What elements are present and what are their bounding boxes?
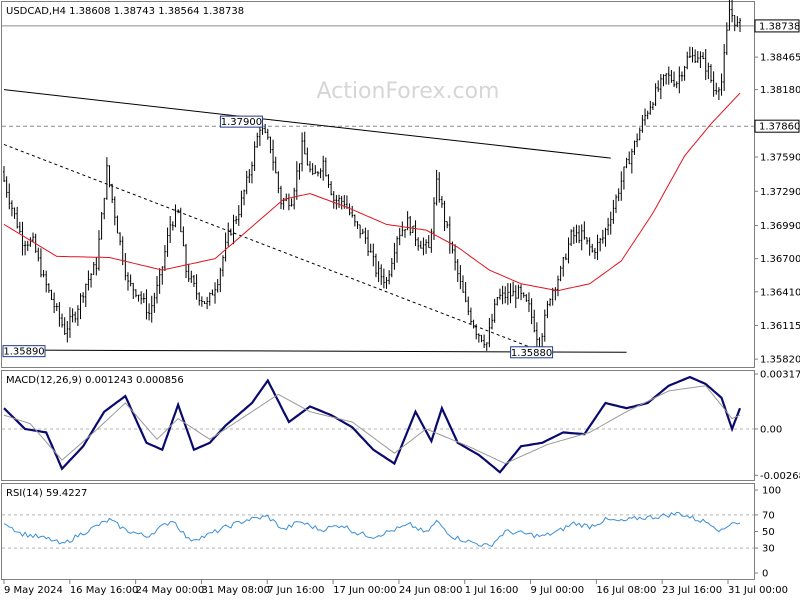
- price-annotation-label: 1.37900: [221, 117, 262, 128]
- usdcad-h4-chart: ActionForex.com 1.37900 1.35890 1.35880 1.3…: [1, 0, 800, 596]
- x-tick-label: 24 Jun 08:00: [399, 585, 463, 596]
- x-tick-label: 7 Jun 16:00: [267, 585, 324, 596]
- price-annotation-label: 1.35880: [511, 348, 552, 359]
- macd-tick-label: 0.00: [760, 424, 782, 435]
- macd-panel-frame: [1, 370, 755, 481]
- rsi-tick-label: 30: [762, 544, 775, 555]
- rsi-tick-label: 70: [762, 510, 775, 521]
- x-tick-label: 31 May 08:00: [201, 585, 270, 596]
- price-annotation-label: 1.35890: [3, 347, 44, 358]
- rsi-header: RSI(14) 59.4227: [6, 488, 87, 499]
- price-marker-label: 1.37860: [759, 122, 800, 133]
- price-tick-label: 1.38180: [760, 85, 800, 96]
- macd-header: MACD(12,26,9) 0.001243 0.000856: [6, 375, 184, 386]
- price-tick-label: 1.37290: [760, 187, 800, 198]
- rsi-tick-label: 100: [762, 486, 781, 497]
- price-tick-label: 1.36700: [760, 254, 800, 265]
- macd-tick-label: -0.00268: [760, 471, 800, 482]
- x-tick-label: 9 Jul 00:00: [531, 585, 585, 596]
- price-panel-frame: [1, 1, 755, 368]
- price-tick-label: 1.35820: [760, 355, 800, 366]
- macd-tick-label: 0.003175: [760, 370, 800, 381]
- x-tick-label: 9 May 2024: [4, 585, 63, 596]
- price-tick-label: 1.36990: [760, 221, 800, 232]
- x-tick-label: 17 Jun 00:00: [333, 585, 397, 596]
- watermark: ActionForex.com: [317, 79, 500, 104]
- price-header: USDCAD,H4 1.38608 1.38743 1.38564 1.3873…: [6, 6, 244, 17]
- price-tick-label: 1.36115: [760, 321, 800, 332]
- x-tick-label: 23 Jul 16:00: [662, 585, 722, 596]
- x-tick-label: 31 Jul 00:00: [728, 585, 788, 596]
- x-tick-label: 1 Jul 16:00: [465, 585, 519, 596]
- x-axis: 9 May 2024 16 May 16:0024 May 00:0031 May…: [3, 580, 788, 596]
- x-tick-label: 24 May 00:00: [136, 585, 205, 596]
- x-tick-label: 16 Jul 08:00: [596, 585, 656, 596]
- rsi-tick-label: 0: [762, 569, 768, 580]
- price-tick-label: 1.37590: [760, 153, 800, 164]
- price-tick-label: 1.36410: [760, 287, 800, 298]
- x-tick-label: 16 May 16:00: [70, 585, 139, 596]
- rsi-panel-frame: [1, 483, 755, 580]
- rsi-tick-label: 50: [762, 527, 775, 538]
- price-marker-label: 1.38738: [759, 21, 800, 32]
- price-tick-label: 1.38465: [760, 53, 800, 64]
